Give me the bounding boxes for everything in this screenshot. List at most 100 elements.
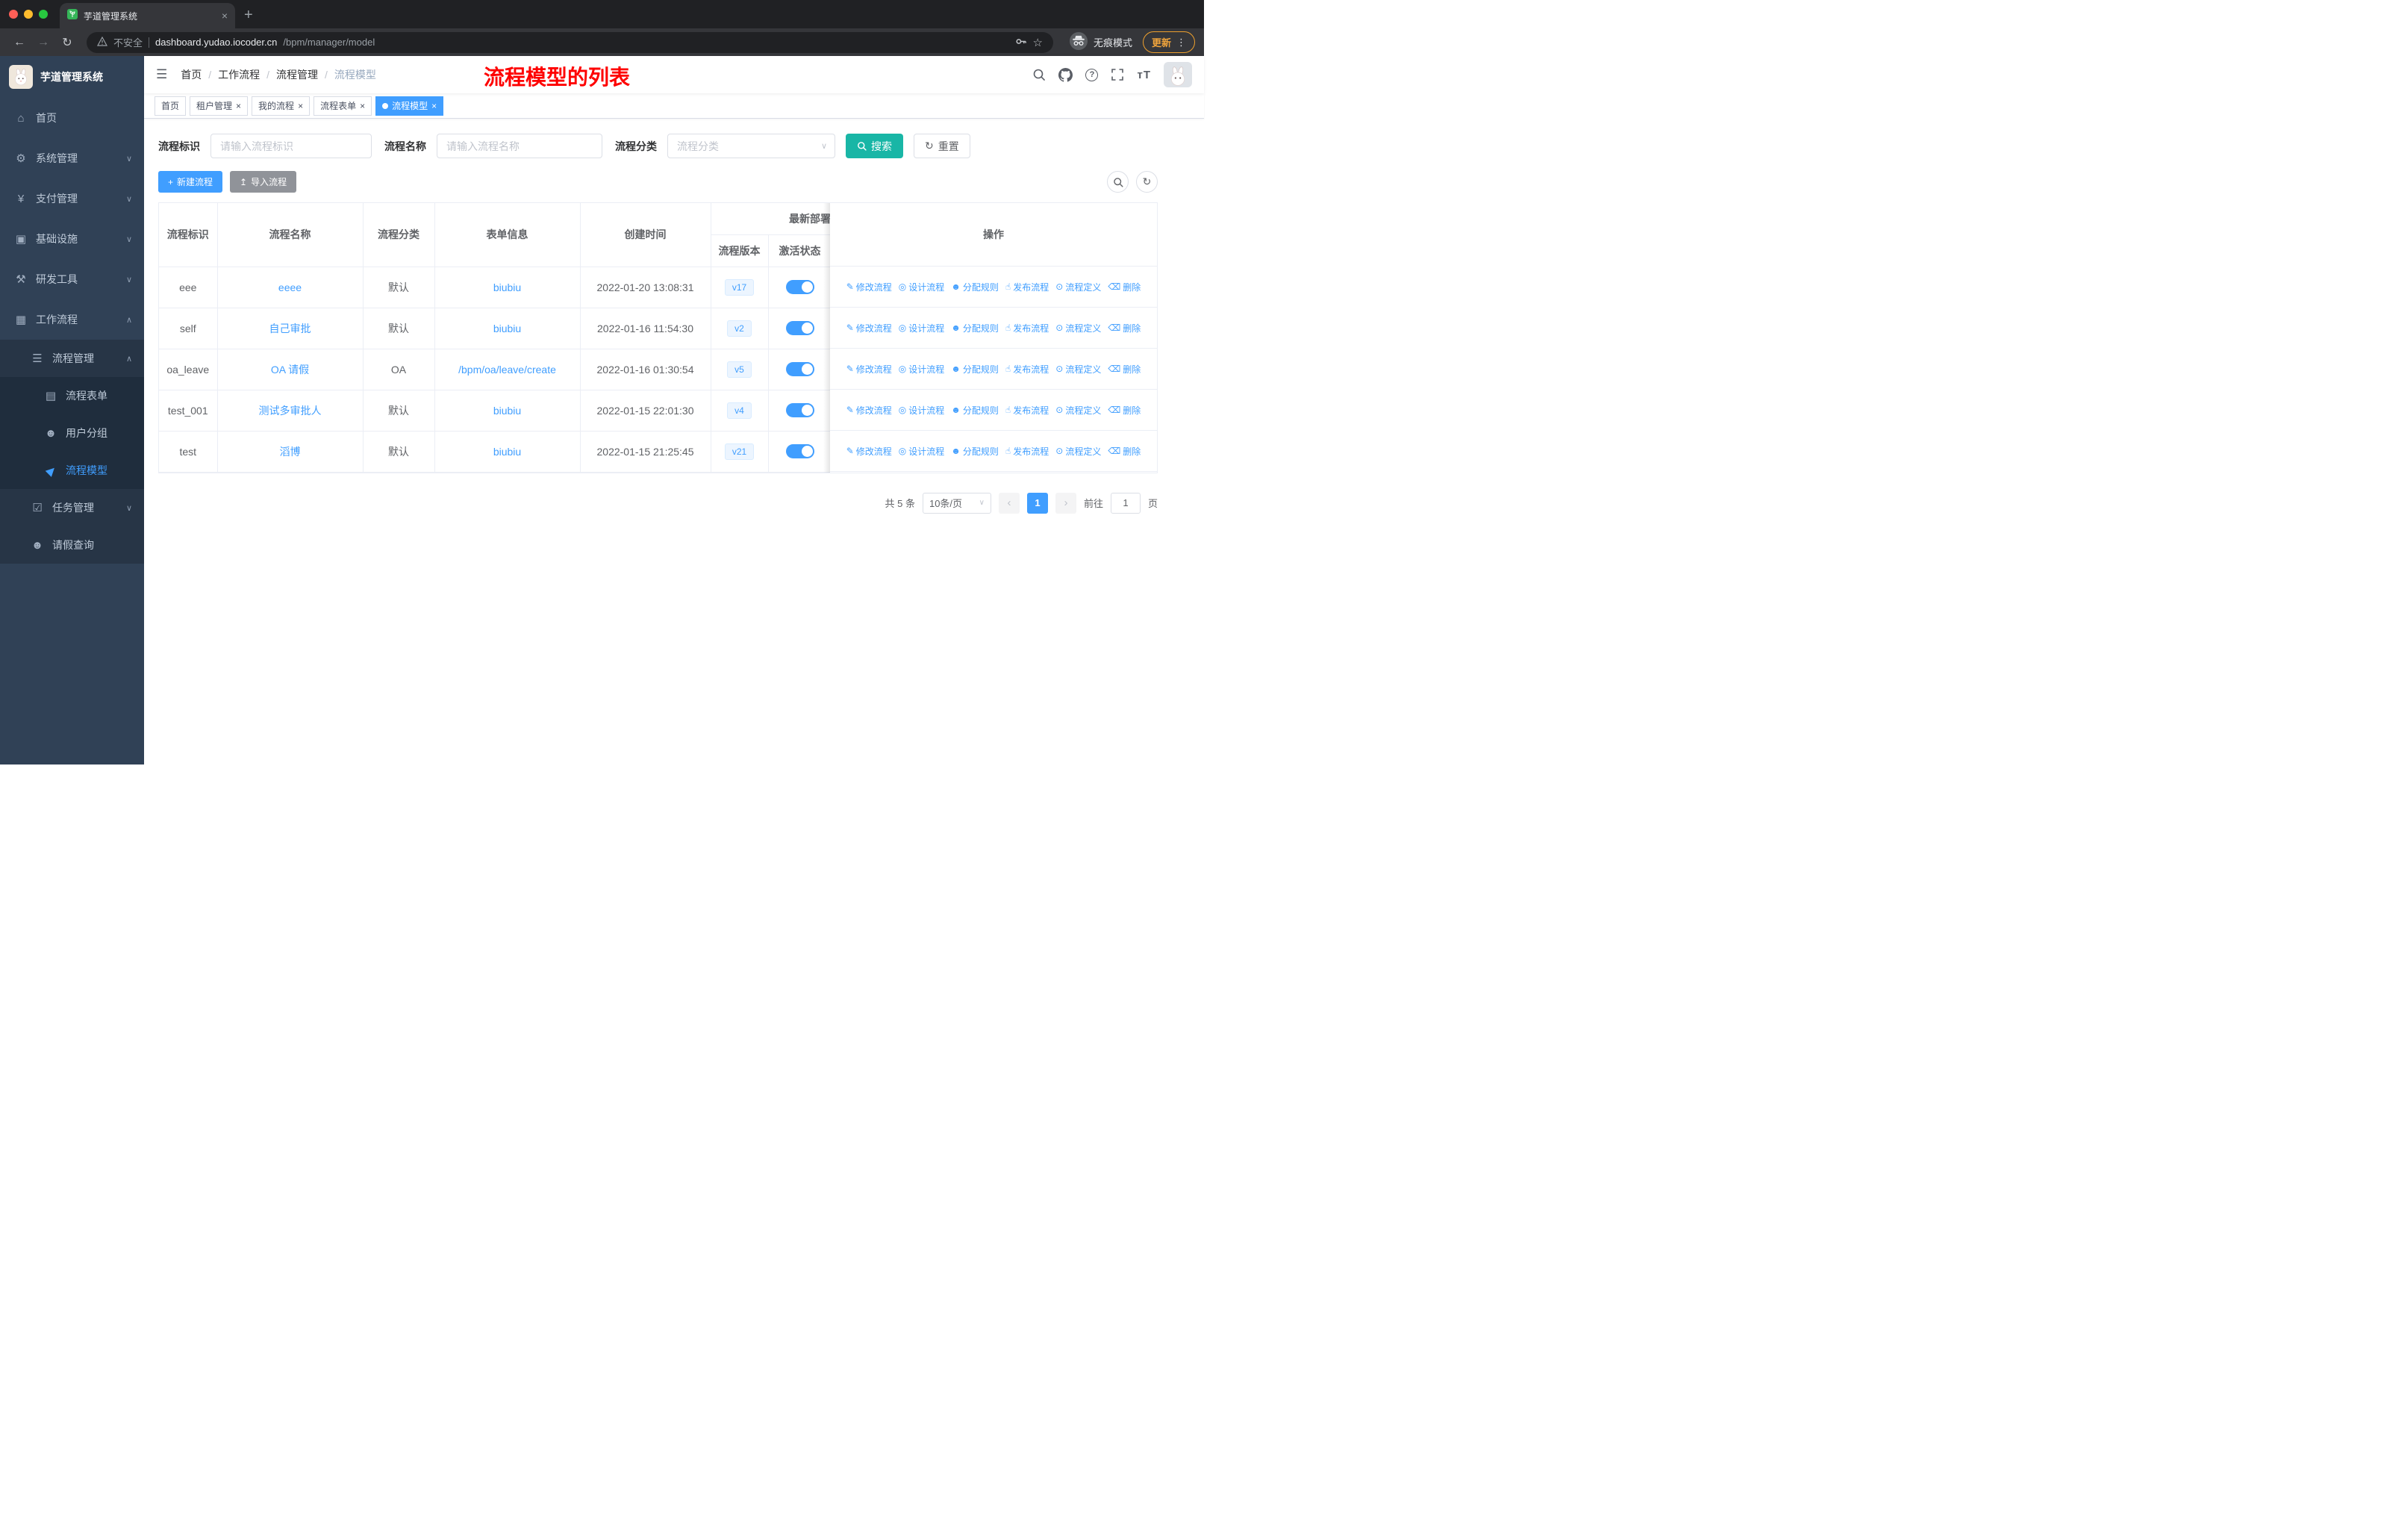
form-link[interactable]: biubiu <box>493 405 521 417</box>
design-flow-link[interactable]: ◎ 设计流程 <box>899 322 945 334</box>
delete-link[interactable]: ⌫ 删除 <box>1108 445 1141 458</box>
tag-close-icon[interactable]: × <box>236 102 241 110</box>
active-toggle[interactable] <box>785 280 814 294</box>
current-page-button[interactable]: 1 <box>1026 492 1048 514</box>
deploy-flow-link[interactable]: ☝ 发布流程 <box>1005 404 1049 417</box>
delete-link[interactable]: ⌫ 删除 <box>1108 404 1141 417</box>
update-button[interactable]: 更新 ⋮ <box>1142 31 1195 53</box>
sidebar-item-infrastructure[interactable]: ▣ 基础设施 ∨ <box>0 219 144 259</box>
active-toggle[interactable] <box>785 444 814 458</box>
refresh-table-button[interactable]: ↻ <box>1136 171 1158 193</box>
form-link[interactable]: biubiu <box>493 323 521 334</box>
active-toggle[interactable] <box>785 362 814 376</box>
edit-flow-link[interactable]: ✎ 修改流程 <box>846 281 892 293</box>
deploy-flow-link[interactable]: ☝ 发布流程 <box>1005 281 1049 293</box>
sidebar-item-process-form[interactable]: ▤ 流程表单 <box>0 377 144 414</box>
sidebar-item-task-management[interactable]: ☑ 任务管理 ∨ <box>0 489 144 526</box>
import-process-button[interactable]: ↥ 导入流程 <box>230 171 297 193</box>
tag-process-form[interactable]: 流程表单 × <box>314 96 372 116</box>
active-toggle[interactable] <box>785 321 814 335</box>
edit-flow-link[interactable]: ✎ 修改流程 <box>846 363 892 376</box>
category-select[interactable]: 流程分类 ∨ <box>667 134 835 158</box>
design-flow-link[interactable]: ◎ 设计流程 <box>899 363 945 376</box>
fullscreen-icon[interactable] <box>1111 68 1124 81</box>
browser-menu-icon[interactable]: ⋮ <box>1176 37 1186 49</box>
create-process-button[interactable]: + 新建流程 <box>158 171 223 193</box>
delete-link[interactable]: ⌫ 删除 <box>1108 363 1141 376</box>
show-search-button[interactable] <box>1107 171 1129 193</box>
search-button[interactable]: 搜索 <box>846 134 903 158</box>
forward-icon[interactable]: → <box>33 36 54 49</box>
tag-close-icon[interactable]: × <box>360 102 365 110</box>
process-name-input[interactable] <box>437 134 602 158</box>
form-link[interactable]: biubiu <box>493 446 521 458</box>
model-name-link[interactable]: eeee <box>278 281 302 293</box>
flow-definition-link[interactable]: ⊙ 流程定义 <box>1055 363 1101 376</box>
bookmark-star-icon[interactable]: ☆ <box>1033 36 1043 49</box>
assign-rule-link[interactable]: ☻ 分配规则 <box>951 404 999 417</box>
help-icon[interactable]: ? <box>1085 68 1099 81</box>
deploy-flow-link[interactable]: ☝ 发布流程 <box>1005 445 1049 458</box>
window-minimize-button[interactable] <box>24 10 33 19</box>
breadcrumb-item[interactable]: 流程管理 <box>276 67 318 82</box>
sidebar-item-workflow[interactable]: ▦ 工作流程 ∧ <box>0 299 144 340</box>
assign-rule-link[interactable]: ☻ 分配规则 <box>951 281 999 293</box>
sidebar-item-system[interactable]: ⚙ 系统管理 ∨ <box>0 138 144 178</box>
sidebar-item-devtools[interactable]: ⚒ 研发工具 ∨ <box>0 259 144 299</box>
flow-definition-link[interactable]: ⊙ 流程定义 <box>1055 322 1101 334</box>
sidebar-item-process-model[interactable]: ▶ 流程模型 <box>0 452 144 489</box>
tab-close-icon[interactable]: × <box>222 10 228 22</box>
browser-tab[interactable]: 芋道管理系统 × <box>60 3 235 28</box>
reload-icon[interactable]: ↻ <box>57 35 78 50</box>
model-name-link[interactable]: 滔博 <box>280 446 301 458</box>
sidebar-item-user-group[interactable]: ☻ 用户分组 <box>0 414 144 452</box>
form-link[interactable]: /bpm/oa/leave/create <box>458 364 556 376</box>
prev-page-button[interactable]: ‹ <box>998 492 1020 514</box>
back-icon[interactable]: ← <box>9 36 30 49</box>
tag-process-model[interactable]: 流程模型 × <box>375 96 444 116</box>
model-name-link[interactable]: 测试多审批人 <box>259 405 322 417</box>
goto-page-input[interactable] <box>1110 492 1141 514</box>
assign-rule-link[interactable]: ☻ 分配规则 <box>951 322 999 334</box>
delete-link[interactable]: ⌫ 删除 <box>1108 322 1141 334</box>
tag-tenant[interactable]: 租户管理 × <box>190 96 249 116</box>
user-avatar[interactable] <box>1164 62 1192 87</box>
tag-my-process[interactable]: 我的流程 × <box>252 96 311 116</box>
edit-flow-link[interactable]: ✎ 修改流程 <box>846 404 892 417</box>
assign-rule-link[interactable]: ☻ 分配规则 <box>951 445 999 458</box>
page-size-select[interactable]: 10条/页 ∨ <box>922 492 991 514</box>
sidebar-item-payment[interactable]: ¥ 支付管理 ∨ <box>0 178 144 219</box>
delete-link[interactable]: ⌫ 删除 <box>1108 281 1141 293</box>
breadcrumb-item[interactable]: 首页 <box>181 67 202 82</box>
flow-definition-link[interactable]: ⊙ 流程定义 <box>1055 281 1101 293</box>
deploy-flow-link[interactable]: ☝ 发布流程 <box>1005 363 1049 376</box>
active-toggle[interactable] <box>785 403 814 417</box>
deploy-flow-link[interactable]: ☝ 发布流程 <box>1005 322 1049 334</box>
window-close-button[interactable] <box>9 10 18 19</box>
flow-definition-link[interactable]: ⊙ 流程定义 <box>1055 445 1101 458</box>
model-name-link[interactable]: OA 请假 <box>271 364 309 376</box>
flow-definition-link[interactable]: ⊙ 流程定义 <box>1055 404 1101 417</box>
sidebar-item-home[interactable]: ⌂ 首页 <box>0 98 144 138</box>
tag-close-icon[interactable]: × <box>431 102 437 110</box>
new-tab-button[interactable]: + <box>244 7 253 24</box>
search-icon[interactable] <box>1032 68 1046 81</box>
menu-fold-icon[interactable]: ☰ <box>156 67 167 82</box>
model-name-link[interactable]: 自己审批 <box>269 323 311 334</box>
design-flow-link[interactable]: ◎ 设计流程 <box>899 404 945 417</box>
form-link[interactable]: biubiu <box>493 281 521 293</box>
reset-button[interactable]: ↻ 重置 <box>914 134 970 158</box>
edit-flow-link[interactable]: ✎ 修改流程 <box>846 322 892 334</box>
sidebar-item-process-management[interactable]: ☰ 流程管理 ∧ <box>0 340 144 377</box>
sidebar-item-leave-query[interactable]: ☻ 请假查询 <box>0 526 144 564</box>
next-page-button[interactable]: › <box>1055 492 1076 514</box>
font-size-icon[interactable]: тT <box>1137 69 1151 81</box>
design-flow-link[interactable]: ◎ 设计流程 <box>899 445 945 458</box>
assign-rule-link[interactable]: ☻ 分配规则 <box>951 363 999 376</box>
breadcrumb-item[interactable]: 工作流程 <box>218 67 260 82</box>
url-bar[interactable]: 不安全 dashboard.yudao.iocoder.cn/bpm/manag… <box>87 31 1053 53</box>
design-flow-link[interactable]: ◎ 设计流程 <box>899 281 945 293</box>
tag-home[interactable]: 首页 <box>155 96 187 116</box>
github-icon[interactable] <box>1058 67 1073 82</box>
edit-flow-link[interactable]: ✎ 修改流程 <box>846 445 892 458</box>
